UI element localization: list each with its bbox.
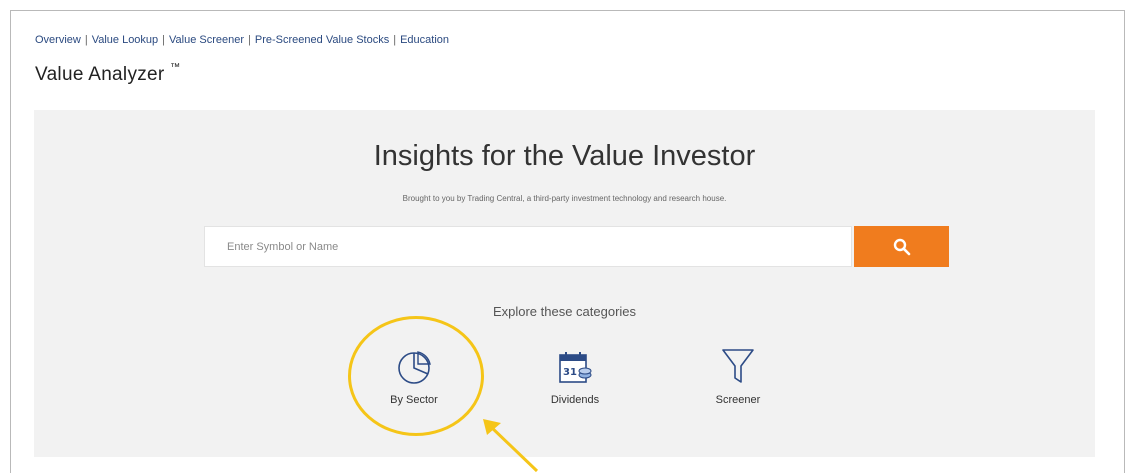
category-dividends[interactable]: 31 Dividends: [525, 342, 625, 406]
page-title-text: Value Analyzer: [35, 64, 165, 85]
nav-education[interactable]: Education: [400, 34, 449, 46]
hero-panel: Insights for the Value Investor Brought …: [34, 110, 1095, 457]
nav-separator: |: [248, 34, 251, 46]
highlight-circle-annotation: [348, 316, 484, 436]
calendar-dividend-icon: 31: [559, 352, 592, 383]
nav-separator: |: [393, 34, 397, 46]
nav-value-lookup[interactable]: Value Lookup: [92, 34, 158, 46]
search-input[interactable]: [205, 226, 851, 267]
category-label: Dividends: [550, 394, 600, 406]
category-screener[interactable]: Screener: [688, 342, 788, 406]
search-box: [204, 226, 852, 267]
nav-overview[interactable]: Overview: [35, 34, 81, 46]
category-label: Screener: [715, 394, 761, 406]
search-icon: [893, 238, 910, 255]
search-button[interactable]: [854, 226, 949, 267]
trademark-symbol: ™: [170, 62, 181, 73]
annotation-arrow-icon: [483, 419, 539, 473]
hero-subtitle: Brought to you by Trading Central, a thi…: [402, 194, 727, 203]
nav-value-screener[interactable]: Value Screener: [169, 34, 244, 46]
filter-funnel-icon: [722, 349, 754, 383]
nav-separator: |: [162, 34, 166, 46]
calendar-day-text: 31: [563, 367, 577, 378]
explore-label: Explore these categories: [492, 304, 637, 319]
top-nav: Overview | Value Lookup | Value Screener | Pre…: [35, 34, 449, 46]
hero-heading: Insights for the Value Investor: [373, 140, 756, 172]
nav-separator: |: [84, 34, 88, 46]
nav-pre-screened-value-stocks[interactable]: Pre-Screened Value Stocks: [255, 34, 389, 46]
page-title: Value Analyzer ™: [35, 62, 181, 86]
